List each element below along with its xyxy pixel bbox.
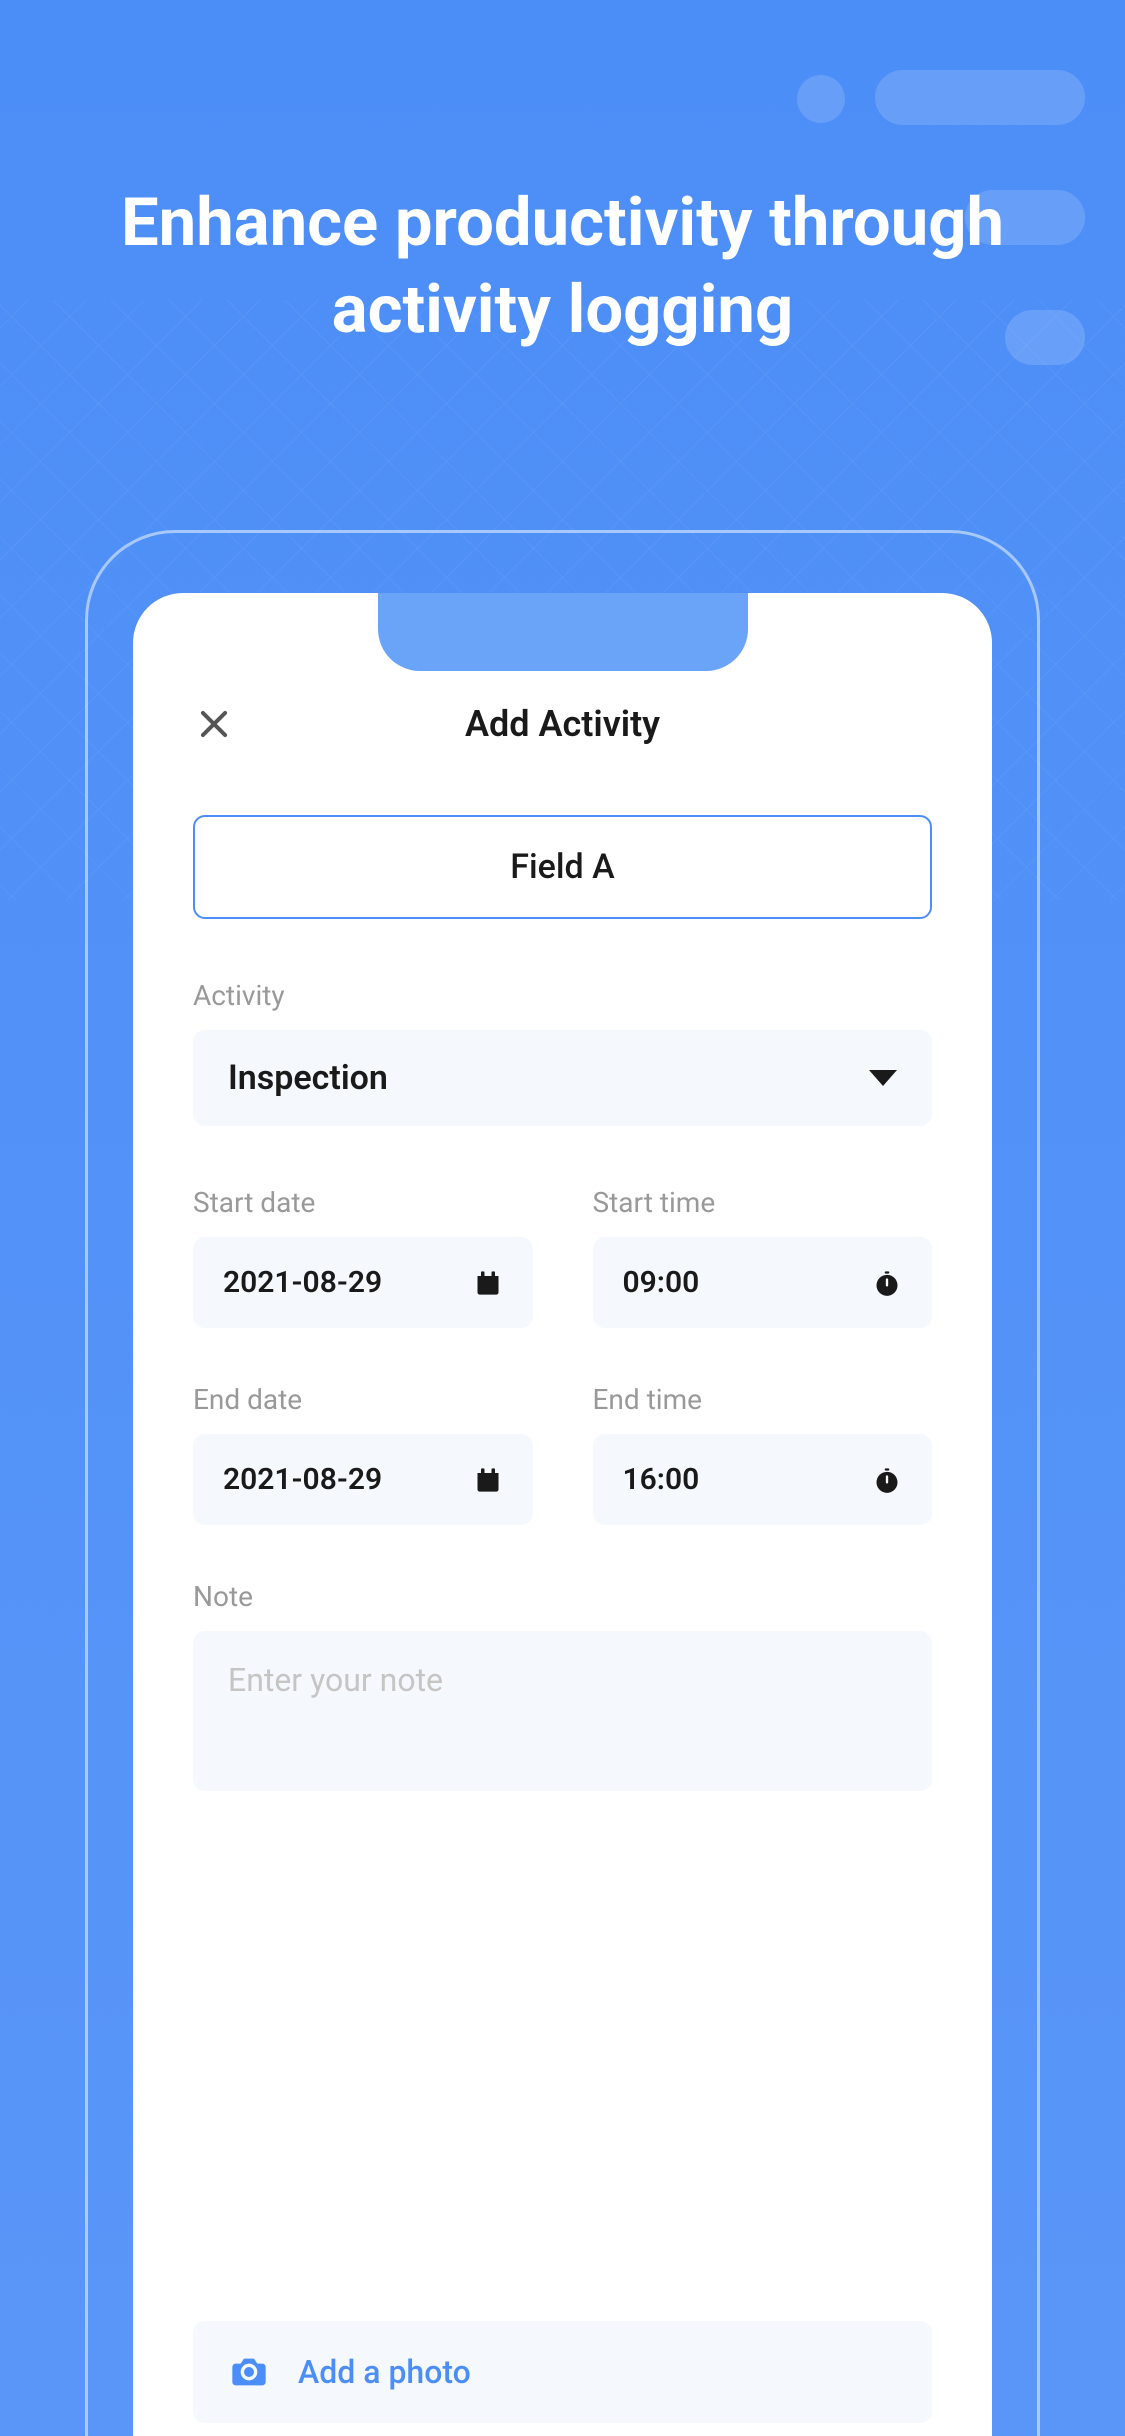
field-selector[interactable]: Field A	[193, 815, 932, 919]
start-date-value: 2021-08-29	[223, 1265, 382, 1300]
start-time-input[interactable]: 09:00	[593, 1237, 933, 1328]
start-time-label: Start time	[593, 1186, 933, 1219]
chevron-down-icon	[869, 1070, 897, 1086]
end-date-label: End date	[193, 1383, 533, 1416]
page-title: Add Activity	[235, 703, 890, 745]
phone-notch	[378, 593, 748, 671]
end-time-label: End time	[593, 1383, 933, 1416]
clock-icon	[872, 1268, 902, 1298]
camera-icon	[228, 2351, 270, 2393]
start-date-input[interactable]: 2021-08-29	[193, 1237, 533, 1328]
activity-select[interactable]: Inspection	[193, 1030, 932, 1126]
add-photo-button[interactable]: Add a photo	[193, 2321, 932, 2423]
note-textarea[interactable]: Enter your note	[193, 1631, 932, 1791]
clock-icon	[872, 1465, 902, 1495]
close-icon[interactable]	[193, 703, 235, 745]
note-label: Note	[193, 1580, 932, 1613]
end-date-input[interactable]: 2021-08-29	[193, 1434, 533, 1525]
end-time-value: 16:00	[623, 1462, 700, 1497]
hero-title: Enhance productivity through activity lo…	[0, 180, 1125, 354]
activity-label: Activity	[193, 979, 932, 1012]
phone-screen: Add Activity Field A Activity Inspection…	[133, 593, 992, 2436]
end-date-value: 2021-08-29	[223, 1462, 382, 1497]
app-content: Add Activity Field A Activity Inspection…	[133, 593, 992, 2436]
end-time-input[interactable]: 16:00	[593, 1434, 933, 1525]
header: Add Activity	[193, 703, 932, 745]
activity-value: Inspection	[228, 1058, 388, 1098]
start-time-value: 09:00	[623, 1265, 700, 1300]
start-date-label: Start date	[193, 1186, 533, 1219]
note-placeholder: Enter your note	[228, 1661, 443, 1699]
add-photo-label: Add a photo	[298, 2353, 471, 2391]
calendar-icon	[473, 1268, 503, 1298]
calendar-icon	[473, 1465, 503, 1495]
phone-frame: Add Activity Field A Activity Inspection…	[85, 530, 1040, 2436]
